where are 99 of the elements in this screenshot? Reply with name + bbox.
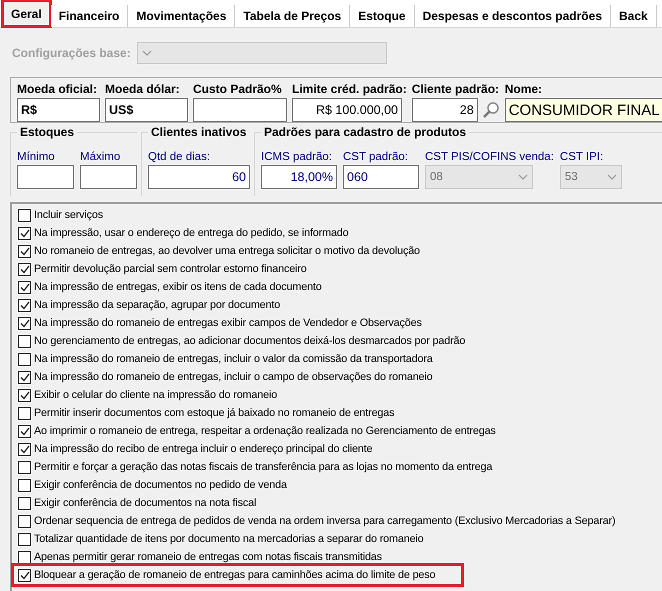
checkbox[interactable] [18,388,31,402]
field-label: Qtd de dias: [148,151,212,163]
option-label: Permitir inserir documentos com estoque já baixado no romaneio de entregas [34,407,394,419]
field-label: CST padrão: [343,151,409,163]
checkbox[interactable] [18,226,31,240]
option-checkbox[interactable]: Totalizar quantidade de itens por documento na mercadorias a separar do romaneio [18,530,428,548]
input-field[interactable]: CONSUMIDOR FINAL [504,98,662,122]
option-label: Incluir serviços [34,209,103,221]
checkmark-icon [20,570,30,580]
option-label: Na impressão, usar o endereço de entrega do pedido, se informado [34,227,349,239]
option-label: Permitir devolução parcial sem controlar estorno financeiro [34,263,307,275]
option-checkbox[interactable]: Apenas permitir gerar romaneio de entregas com notas fiscais transmitidas [18,548,386,566]
option-checkbox[interactable]: Incluir serviços [18,206,107,224]
field-label: ICMS padrão: [261,151,333,163]
option-label: Na impressão de entregas, exibir os itens de cada documento [34,281,322,293]
checkbox[interactable] [18,298,31,312]
tab[interactable]: Geral [2,0,51,27]
field-label: Nome: [504,82,544,96]
option-checkbox[interactable]: Permitir e forçar a geração das notas fiscais de transferência para as lojas no momento da entrega [18,458,496,476]
input-field[interactable] [193,98,287,122]
checkbox[interactable] [18,424,31,438]
option-label: Na impressão do recibo de entrega incluir o endereço principal do cliente [34,443,372,455]
checkbox[interactable] [18,334,31,348]
option-checkbox[interactable]: No gerenciamento de entregas, ao adicionar documentos deixá-los desmarcados por padrão [18,332,470,350]
option-label: Permitir e forçar a geração das notas fiscais de transferência para as lojas no momento da entrega [34,461,492,473]
field-label: Máximo [80,151,122,163]
option-label: Exigir conferência de documentos na nota fiscal [34,497,256,509]
dropdown-caret-icon [606,174,617,180]
search-icon[interactable] [482,101,500,119]
option-checkbox[interactable]: Na impressão do romaneio de entregas exibir campos de Vendedor e Observações [18,314,426,332]
checkbox[interactable] [18,262,31,276]
group-title: Estoques [17,125,78,139]
option-label: Na impressão da separação, agrupar por documento [34,299,280,311]
field-label: Moeda oficial: [17,82,98,96]
input-field[interactable]: 28 [412,98,478,122]
checkbox[interactable] [18,460,31,474]
option-label: Ordenar sequencia de entrega de pedidos de venda na ordem inversa para carregamento (Exclusivo Mercadorias a Separar) [34,515,616,527]
option-checkbox[interactable]: Na impressão do romaneio de entregas, incluir o campo de observações do romaneio [18,368,437,386]
option-label: Totalizar quantidade de itens por documento na mercadorias a separar do romaneio [34,533,424,545]
input-field[interactable]: R$ [17,98,100,122]
option-checkbox[interactable]: Bloquear a geração de romaneio de entregas para caminhões acima do limite de peso [14,566,462,584]
tab[interactable]: Financeiro [50,5,128,27]
input-field[interactable]: US$ [105,98,188,122]
input-field[interactable]: 18,00% [261,165,337,189]
field-label: CST IPI: [560,151,604,163]
field-label: Configurações base: [12,46,131,60]
option-label: Bloquear a geração de romaneio de entregas para caminhões acima do limite de peso [34,569,436,581]
input-field[interactable] [17,165,74,189]
group-title: Clientes inativos [148,125,250,139]
checkbox[interactable] [18,568,31,582]
option-checkbox[interactable]: Permitir devolução parcial sem controlar estorno financeiro [18,260,311,278]
option-checkbox[interactable]: Ao imprimir o romaneio de entrega, respeitar a ordenação realizada no Gerenciamento de entregas [18,422,500,440]
option-checkbox[interactable]: Exigir conferência de documentos no pedido de venda [18,476,291,494]
option-label: No gerenciamento de entregas, ao adicionar documentos deixá-los desmarcados por padrão [34,335,466,347]
option-label: No romaneio de entregas, ao devolver uma entrega solicitar o motivo da devolução [34,245,420,257]
input-field[interactable]: R$ 100.000,00 [292,98,402,122]
option-checkbox[interactable]: Na impressão de entregas, exibir os itens de cada documento [18,278,326,296]
option-label: Exigir conferência de documentos no pedido de venda [34,479,287,491]
field-label: Custo Padrão% [193,82,283,96]
checkbox[interactable] [18,514,31,528]
checkbox[interactable] [18,208,31,222]
checkbox[interactable] [18,370,31,384]
checkbox[interactable] [18,244,31,258]
option-label: Na impressão do romaneio de entregas, incluir o valor da comissão da transportadora [34,353,433,365]
checkbox[interactable] [18,478,31,492]
checkbox[interactable] [18,280,31,294]
dropdown-caret-icon [142,50,152,56]
input-field[interactable] [80,165,137,189]
checkbox[interactable] [18,532,31,546]
field-label: Limite créd. padrão: [292,82,407,96]
option-checkbox[interactable]: Exibir o celular do cliente na impressão do romaneio [18,386,282,404]
option-label: Na impressão do romaneio de entregas exibir campos de Vendedor e Observações [34,317,422,329]
checkbox[interactable] [18,352,31,366]
checkbox[interactable] [18,442,31,456]
option-checkbox[interactable]: Exigir conferência de documentos na nota fiscal [18,494,260,512]
field-label: CST PIS/COFINS venda: [425,151,554,163]
field-label: Mínimo [17,151,56,163]
group-title: Padrões para cadastro de produtos [261,125,470,139]
option-label: Na impressão do romaneio de entregas, incluir o campo de observações do romaneio [34,371,433,383]
field-label: Cliente padrão: [412,82,500,96]
checkbox[interactable] [18,496,31,510]
option-checkbox[interactable]: Ordenar sequencia de entrega de pedidos de venda na ordem inversa para carregamento (Exclusivo Mercadorias a Separar) [18,512,620,530]
option-checkbox[interactable]: No romaneio de entregas, ao devolver uma entrega solicitar o motivo da devolução [18,242,424,260]
dropdown-caret-icon [518,174,528,180]
option-checkbox[interactable]: Na impressão do recibo de entrega incluir o endereço principal do cliente [18,440,376,458]
option-label: Exibir o celular do cliente na impressão do romaneio [34,389,278,401]
option-checkbox[interactable]: Na impressão do romaneio de entregas, incluir o valor da comissão da transportadora [18,350,437,368]
option-checkbox[interactable]: Na impressão da separação, agrupar por documento [18,296,284,314]
option-label: Ao imprimir o romaneio de entrega, respeitar a ordenação realizada no Gerenciamento de entregas [34,425,496,437]
input-field[interactable]: 060 [343,165,419,189]
checkbox[interactable] [18,550,31,564]
field-label: Moeda dólar: [105,82,181,96]
checkbox[interactable] [18,316,31,330]
tab[interactable]: Despesas e descontos padrões [414,5,611,27]
checkbox[interactable] [18,406,31,420]
option-checkbox[interactable]: Na impressão, usar o endereço de entrega do pedido, se informado [18,224,353,242]
option-label: Apenas permitir gerar romaneio de entregas com notas fiscais transmitidas [34,551,382,563]
option-checkbox[interactable]: Permitir inserir documentos com estoque já baixado no romaneio de entregas [18,404,398,422]
input-field[interactable]: 60 [148,165,250,189]
